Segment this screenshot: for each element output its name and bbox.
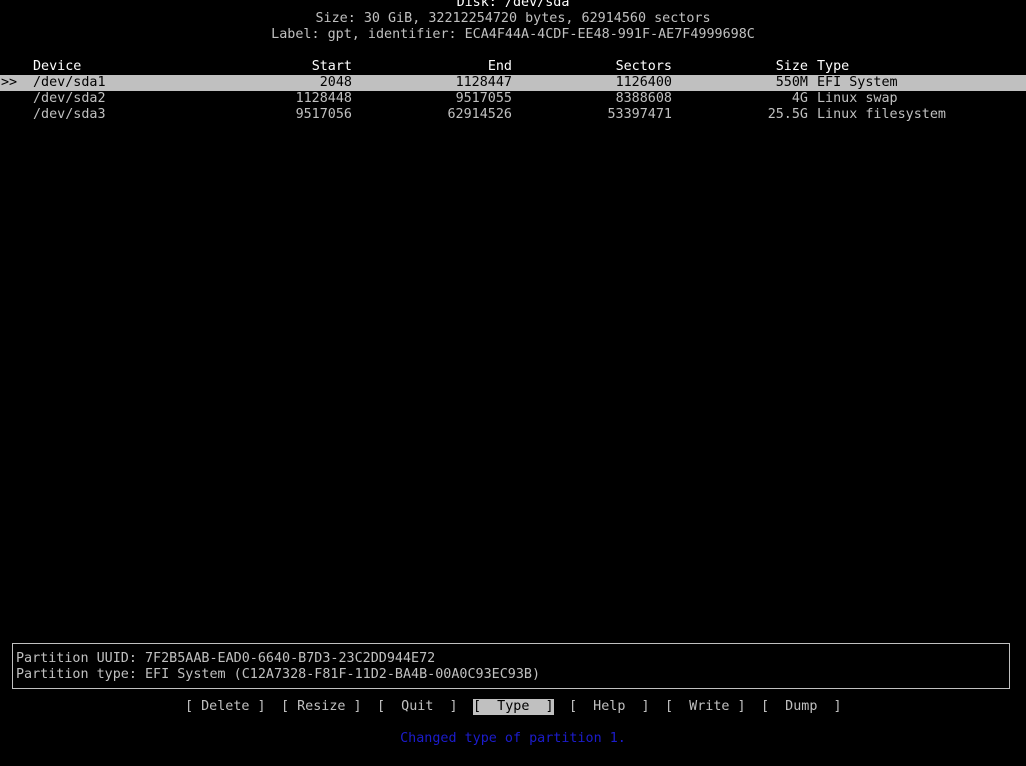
column-header-size: Size <box>775 59 808 74</box>
partition-size: 550M <box>775 75 808 90</box>
quit-button[interactable]: [ Quit ] <box>377 699 458 715</box>
partition-end: 9517055 <box>455 91 512 106</box>
partition-row[interactable]: >> /dev/sda1 2048 1128447 1126400 550M E… <box>0 75 1026 91</box>
partition-size: 25.5G <box>767 107 808 122</box>
partition-device: /dev/sda2 <box>33 91 106 106</box>
column-header-sectors: Sectors <box>615 59 672 74</box>
dump-button[interactable]: [ Dump ] <box>761 699 842 715</box>
partition-type-info: Partition type: EFI System (C12A7328-F81… <box>16 667 541 682</box>
delete-button[interactable]: [ Delete ] <box>185 699 266 715</box>
partition-start: 2048 <box>319 75 352 90</box>
partition-size: 4G <box>791 91 808 106</box>
partition-device: /dev/sda1 <box>33 75 106 90</box>
partition-info-box: Partition UUID: 7F2B5AAB-EAD0-6640-B7D3-… <box>12 643 1010 689</box>
partition-sectors: 53397471 <box>607 107 673 122</box>
partition-end: 62914526 <box>447 107 513 122</box>
column-header-start: Start <box>311 59 352 74</box>
partition-row[interactable]: /dev/sda2 1128448 9517055 8388608 4G Lin… <box>0 91 1026 107</box>
disk-title: Disk: /dev/sda <box>456 0 570 10</box>
partition-end: 1128447 <box>455 75 512 90</box>
column-header-type: Type <box>817 59 850 74</box>
disk-size-line: Size: 30 GiB, 32212254720 bytes, 6291456… <box>315 11 711 26</box>
partition-start: 1128448 <box>295 91 352 106</box>
write-button[interactable]: [ Write ] <box>665 699 746 715</box>
status-message: Changed type of partition 1. <box>400 731 626 746</box>
type-button[interactable]: [ Type ] <box>473 699 554 715</box>
partition-type: EFI System <box>817 75 898 90</box>
partition-device: /dev/sda3 <box>33 107 106 122</box>
table-header: Device Start End Sectors Size Type <box>0 59 1026 75</box>
selection-cursor: >> <box>1 75 18 90</box>
help-button[interactable]: [ Help ] <box>569 699 650 715</box>
partition-row[interactable]: /dev/sda3 9517056 62914526 53397471 25.5… <box>0 107 1026 123</box>
column-header-end: End <box>487 59 512 74</box>
column-header-device: Device <box>33 59 82 74</box>
partition-start: 9517056 <box>295 107 352 122</box>
partition-sectors: 1126400 <box>615 75 672 90</box>
resize-button[interactable]: [ Resize ] <box>281 699 362 715</box>
partition-sectors: 8388608 <box>615 91 672 106</box>
partition-type: Linux swap <box>817 91 898 106</box>
partition-type: Linux filesystem <box>817 107 946 122</box>
partition-uuid: Partition UUID: 7F2B5AAB-EAD0-6640-B7D3-… <box>16 651 436 666</box>
disk-label-line: Label: gpt, identifier: ECA4F44A-4CDF-EE… <box>271 27 755 42</box>
